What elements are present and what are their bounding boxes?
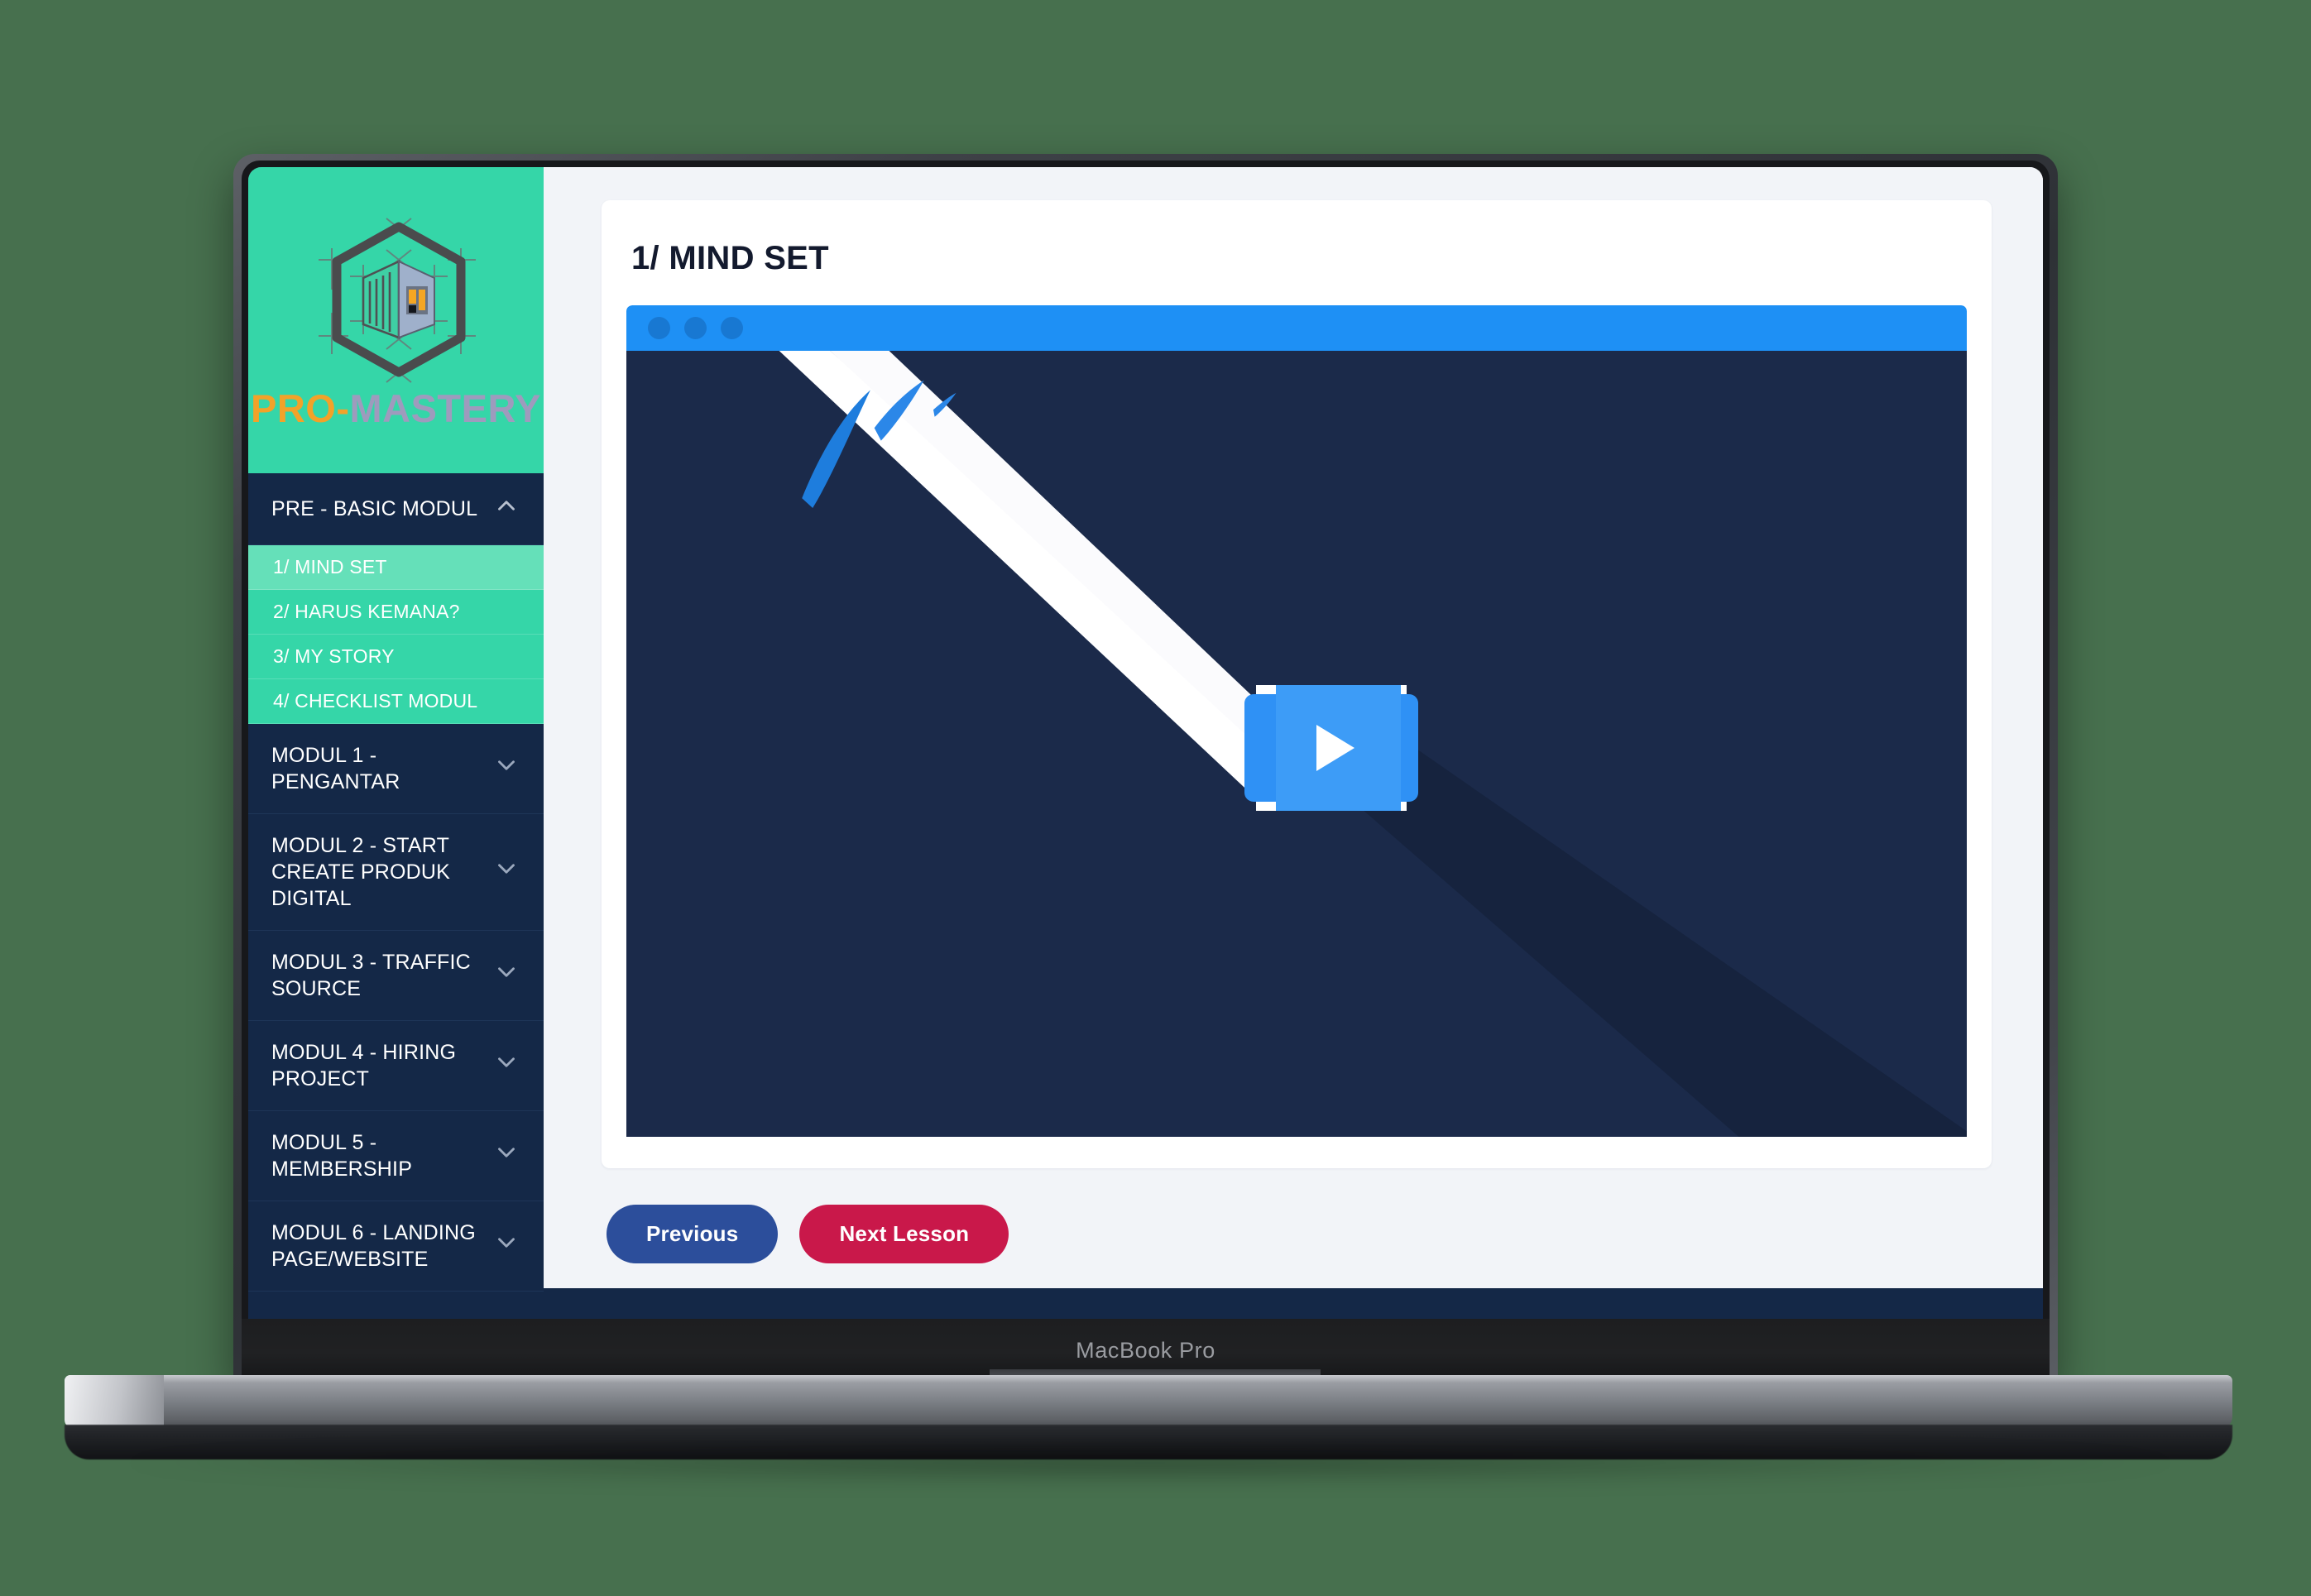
sidebar-lesson-3-my-story[interactable]: 3/ MY STORY <box>248 635 544 679</box>
chevron-down-icon[interactable] <box>492 855 520 889</box>
video-titlebar <box>626 305 1967 351</box>
chevron-down-icon[interactable] <box>492 958 520 993</box>
laptop-base-highlight <box>65 1375 164 1428</box>
sidebar-section-label: MODUL 6 - LANDING PAGE/WEBSITE <box>271 1221 476 1271</box>
lesson-card: 1/ MIND SET <box>602 200 1992 1168</box>
brand-wordmark: PRO-MASTERY <box>251 389 541 428</box>
sidebar-section-modul-2-start-create-produk-digital[interactable]: MODUL 2 - START CREATE PRODUK DIGITAL <box>248 814 544 931</box>
laptop-screen: PRO-MASTERY PRE - BASIC MODUL 1/ MIND SET… <box>248 167 2043 1319</box>
macbook-pro-mockup: PRO-MASTERY PRE - BASIC MODUL 1/ MIND SET… <box>0 0 2311 1596</box>
hexagon-container-logo-icon <box>318 217 476 383</box>
chevron-down-icon[interactable] <box>492 1138 520 1173</box>
sidebar-lesson-1-mind-set[interactable]: 1/ MIND SET <box>248 545 544 590</box>
window-dot-yellow[interactable] <box>684 317 707 339</box>
previous-button[interactable]: Previous <box>607 1205 779 1263</box>
sidebar-section-modul-5-membership[interactable]: MODUL 5 - MEMBERSHIP <box>248 1111 544 1201</box>
sidebar-section-label: MODUL 5 - MEMBERSHIP <box>271 1131 413 1181</box>
next-lesson-button[interactable]: Next Lesson <box>799 1205 1009 1263</box>
course-app: PRO-MASTERY PRE - BASIC MODUL 1/ MIND SET… <box>248 167 2043 1319</box>
chevron-down-icon[interactable] <box>492 1229 520 1263</box>
device-name-label: MacBook Pro <box>1076 1337 1215 1363</box>
footer-band <box>544 1288 2043 1319</box>
brand-mastery-text: MASTERY <box>349 386 542 430</box>
brand-pro-text: PRO <box>250 386 337 430</box>
module-nav: PRE - BASIC MODUL 1/ MIND SET 2/ HARUS KEM… <box>248 473 544 1319</box>
chevron-down-icon[interactable] <box>492 751 520 786</box>
main-content: 1/ MIND SET Previous Next Lesson <box>544 167 2043 1319</box>
play-icon <box>1316 724 1355 771</box>
window-dot-red[interactable] <box>648 317 670 339</box>
sidebar-section-modul-3-traffic-source[interactable]: MODUL 3 - TRAFFIC SOURCE <box>248 931 544 1021</box>
sidebar-section-label: MODUL 2 - START CREATE PRODUK DIGITAL <box>271 834 451 910</box>
sidebar-section-label: MODUL 4 - HIRING PROJECT <box>271 1041 457 1090</box>
window-dot-green[interactable] <box>721 317 743 339</box>
sidebar-section-modul-1-pengantar[interactable]: MODUL 1 - PENGANTAR <box>248 724 544 814</box>
sidebar-section-pre-basic-modul[interactable]: PRE - BASIC MODUL <box>248 473 544 545</box>
sidebar-section-label: PRE - BASIC MODUL <box>271 497 478 520</box>
sidebar-section-modul-4-hiring-project[interactable]: MODUL 4 - HIRING PROJECT <box>248 1021 544 1111</box>
laptop-shadow <box>124 1441 2176 1484</box>
play-button[interactable] <box>1244 684 1419 811</box>
sidebar-lesson-4-checklist-modul[interactable]: 4/ CHECKLIST MODUL <box>248 679 544 724</box>
video-stage[interactable] <box>626 351 1967 1137</box>
page-title: 1/ MIND SET <box>631 240 829 276</box>
lesson-nav-buttons: Previous Next Lesson <box>602 1168 1992 1263</box>
sidebar-section-label: MODUL 3 - TRAFFIC SOURCE <box>271 951 471 1000</box>
brand-separator: - <box>336 386 350 430</box>
laptop-base <box>65 1375 2232 1430</box>
video-player[interactable] <box>626 305 1967 1137</box>
sidebar-section-modul-6-landing-page-website[interactable]: MODUL 6 - LANDING PAGE/WEBSITE <box>248 1201 544 1292</box>
chevron-down-icon[interactable] <box>492 1048 520 1083</box>
sidebar: PRO-MASTERY PRE - BASIC MODUL 1/ MIND SET… <box>248 167 544 1319</box>
brand-header: PRO-MASTERY <box>248 167 544 473</box>
sidebar-section-label: MODUL 1 - PENGANTAR <box>271 744 400 793</box>
sidebar-lesson-2-harus-kemana[interactable]: 2/ HARUS KEMANA? <box>248 590 544 635</box>
chevron-up-icon[interactable] <box>492 491 520 526</box>
